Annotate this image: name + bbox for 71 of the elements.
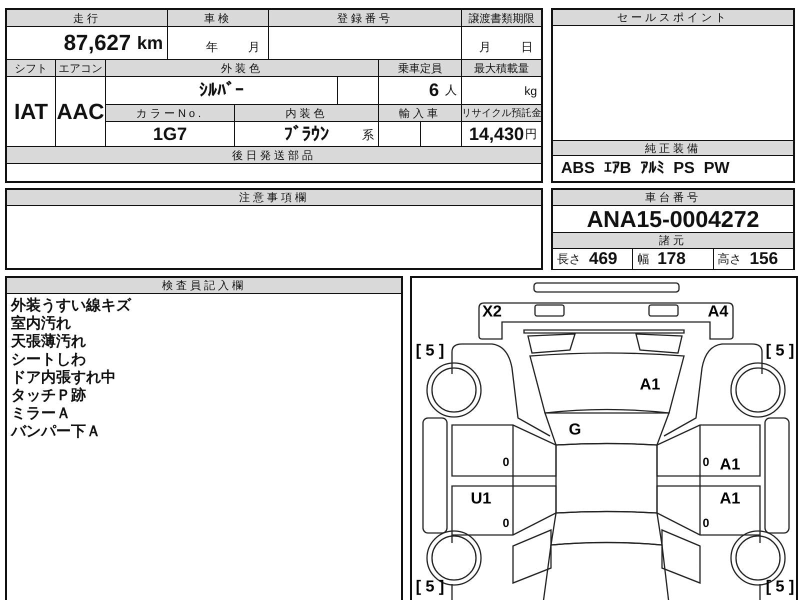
field-label: 内装色 — [235, 105, 378, 121]
inspector-note: 天張薄汚れ — [11, 333, 87, 351]
recycle-deposit-unit: 円 — [525, 126, 537, 142]
interior-color-value: ﾌﾞﾗｳﾝ — [284, 124, 329, 144]
month-unit: 月 — [248, 39, 260, 56]
month-unit: 月 — [479, 39, 491, 56]
spec-value: 178 — [657, 249, 686, 269]
damage-code: [ 5 ] — [766, 578, 794, 596]
field-label: 登録番号 — [269, 10, 461, 26]
inspector-note: バンパー下Ａ — [11, 423, 102, 441]
equipment-item: ｱﾙﾐ — [640, 159, 664, 178]
field-label: 後日発送部品 — [7, 147, 541, 163]
equipment-item: PW — [704, 160, 730, 178]
damage-code: [ 5 ] — [416, 342, 444, 360]
section-header: セールスポイント — [553, 10, 793, 26]
mileage-value: 87,627 — [64, 30, 131, 56]
inspector-note: タッチＰ跡 — [11, 387, 87, 405]
inspector-note: 室内汚れ — [11, 315, 72, 333]
damage-code: [ 5 ] — [766, 342, 794, 360]
field-label: 譲渡書類期限 — [462, 10, 541, 26]
equipment-item: ｴｱB — [604, 159, 632, 178]
spec-label: 高さ — [718, 250, 742, 268]
damage-code: 0 — [702, 455, 710, 469]
section-header: 検査員記入欄 — [7, 278, 401, 294]
inspector-note: 外装うすい線キズ — [11, 297, 132, 314]
year-unit: 年 — [206, 39, 218, 56]
spec-value: 156 — [750, 249, 778, 269]
inspector-note: ドア内張すれ中 — [11, 369, 117, 387]
damage-code: A1 — [720, 456, 740, 474]
damage-code: G — [568, 422, 582, 438]
mileage-unit: km — [136, 32, 163, 54]
max-load-unit: kg — [524, 84, 537, 98]
field-label: エアコン — [56, 60, 105, 76]
color-number-value: 1G7 — [106, 122, 234, 146]
damage-code: U1 — [470, 490, 492, 508]
equipment-item: PS — [673, 160, 695, 178]
damage-code: A1 — [720, 490, 740, 508]
field-label: 輸入車 — [379, 105, 461, 121]
capacity-value: 6 — [428, 80, 439, 101]
recycle-deposit-value: 14,430 — [468, 124, 524, 144]
field-label: 乗車定員 — [379, 60, 461, 76]
capacity-unit: 人 — [445, 82, 457, 99]
shift-value: IAT — [7, 77, 55, 146]
spec-value: 469 — [589, 249, 618, 269]
damage-code: 0 — [702, 516, 710, 530]
field-label: 走行 — [7, 10, 167, 26]
damage-code: 0 — [502, 455, 510, 469]
field-label: 車検 — [168, 10, 268, 26]
damage-code: 0 — [502, 516, 510, 530]
damage-code: X2 — [482, 304, 502, 320]
section-header: 車台番号 — [553, 190, 793, 206]
interior-color-suffix: 系 — [362, 127, 374, 144]
spec-label: 長さ — [557, 250, 581, 268]
day-unit: 日 — [521, 39, 533, 56]
damage-code: [ 5 ] — [416, 578, 444, 596]
section-header: 諸元 — [553, 233, 793, 249]
inspector-note: ミラーＡ — [11, 405, 72, 423]
section-header: 純正装備 — [553, 140, 793, 156]
field-label: シフト — [7, 60, 55, 76]
equipment-item: ABS — [561, 160, 595, 178]
spec-label: 幅 — [637, 250, 650, 268]
exterior-color-value: ｼﾙﾊﾞｰ — [106, 77, 337, 104]
aircon-value: AAC — [56, 77, 105, 146]
inspector-note: シートしわ — [11, 351, 87, 369]
section-header: 注意事項欄 — [7, 190, 541, 206]
field-label: リサイクル預託金 — [462, 105, 541, 121]
field-label: 最大積載量 — [462, 60, 541, 76]
damage-code: A1 — [640, 376, 660, 394]
field-label: 外装色 — [106, 60, 378, 76]
field-label: カラーNo. — [106, 105, 234, 121]
damage-code: A4 — [708, 304, 728, 320]
